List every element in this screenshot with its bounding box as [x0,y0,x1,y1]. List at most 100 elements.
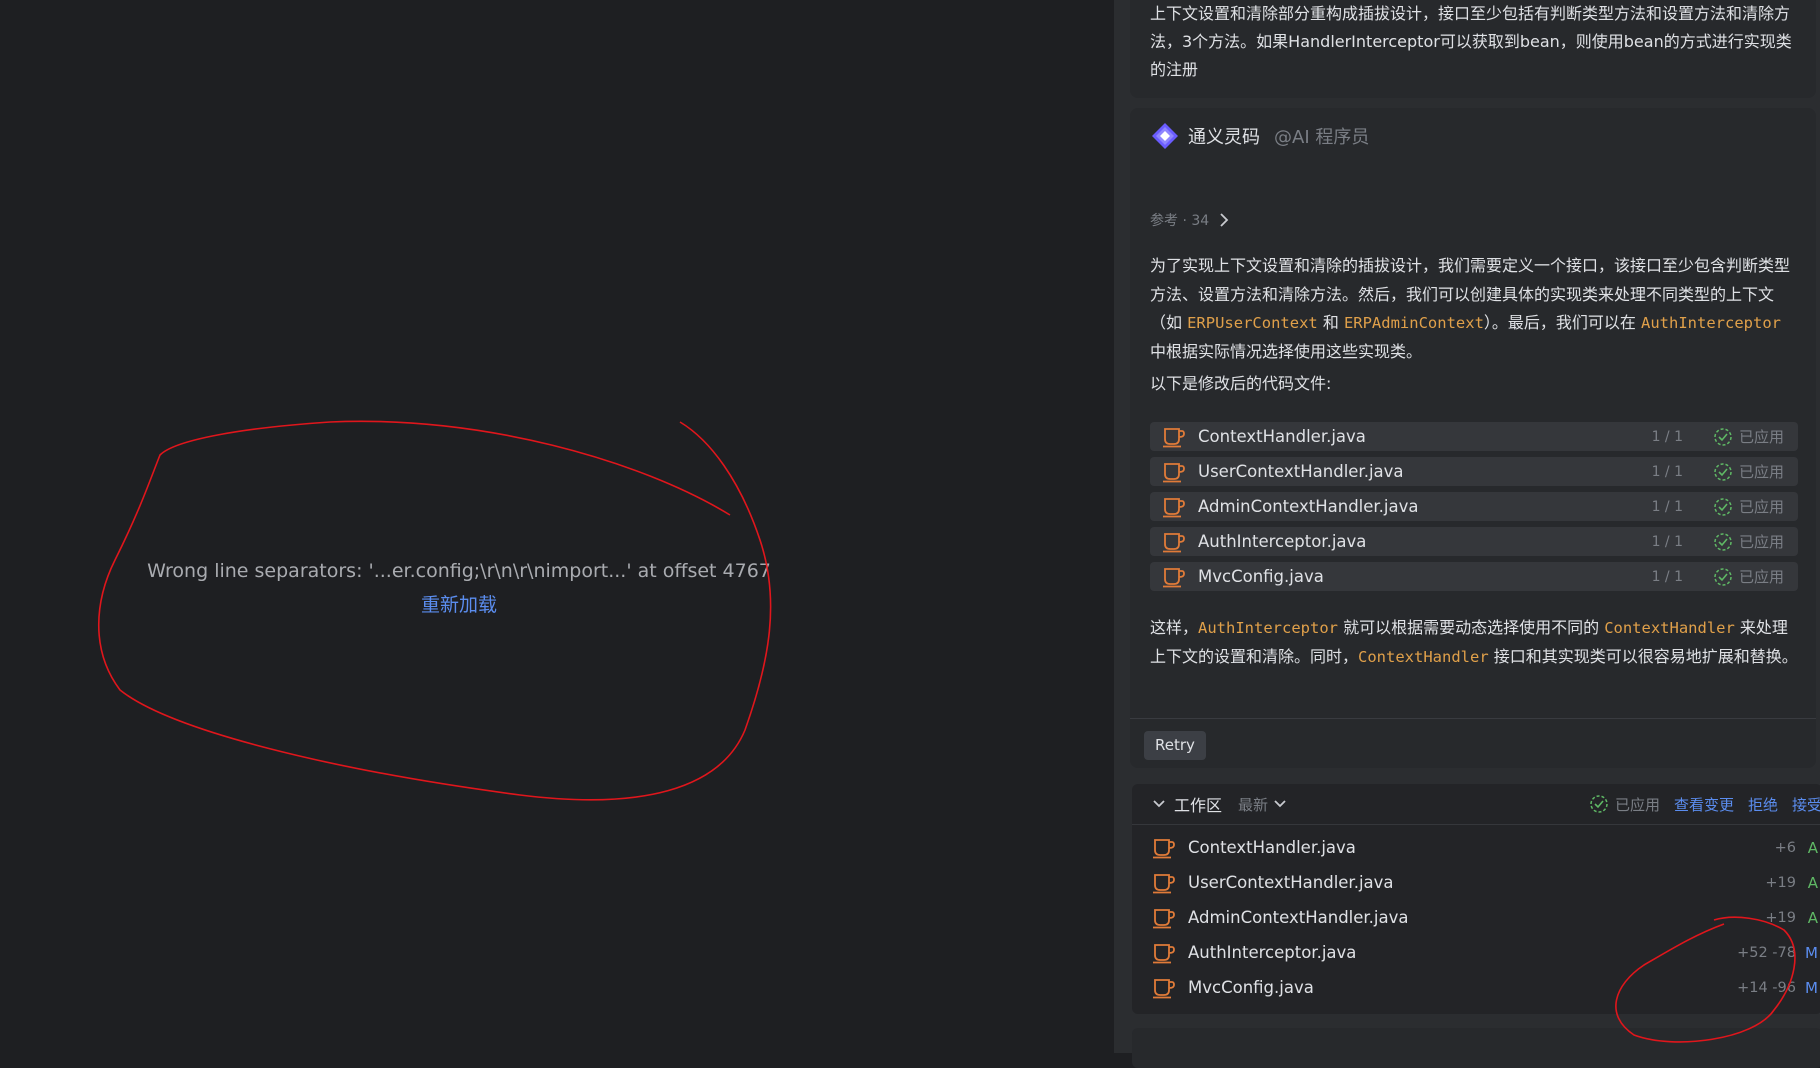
assistant-handle: @AI 程序员 [1274,127,1370,148]
outro-text-4: 接口和其实现类可以很容易地扩展和替换。 [1488,646,1798,666]
diff-stats: +52 -78 [1737,944,1796,961]
code-inline: ERPAdminContext [1343,314,1484,332]
applied-status: 已应用 [1713,566,1784,587]
code-inline: AuthInterceptor [1641,314,1781,332]
code-inline: AuthInterceptor [1198,619,1338,637]
intro-text-2: 和 [1317,313,1344,332]
retry-button[interactable]: Retry [1144,731,1206,760]
chevron-down-icon[interactable] [1152,799,1166,809]
applied-label: 已应用 [1738,463,1784,481]
file-row[interactable]: ContextHandler.java 1 / 1 已应用 [1150,422,1798,451]
check-circle-icon [1714,462,1732,481]
workspace-filter-label: 最新 [1238,795,1269,814]
check-circle-icon [1590,795,1608,813]
file-name: UserContextHandler.java [1198,462,1404,481]
java-file-icon [1163,532,1185,552]
answer-intro: 为了实现上下文设置和清除的插拔设计，我们需要定义一个接口，该接口至少包含判断类型… [1150,252,1802,366]
answer-footer: Retry [1130,718,1816,769]
workspace-file-row[interactable]: ContextHandler.java +6 A [1132,830,1820,865]
file-name: MvcConfig.java [1198,567,1324,586]
java-file-icon [1163,497,1185,517]
reject-link[interactable]: 拒绝 [1748,794,1778,815]
workspace-file-row[interactable]: UserContextHandler.java +19 A [1132,865,1820,900]
references-toggle[interactable]: 参考 · 34 [1150,210,1229,230]
ai-chat-panel: 上下文设置和清除部分重构成插拔设计，接口至少包括有判断类型方法和设置方法和清除方… [1114,0,1820,1068]
accept-link[interactable]: 接受 [1792,794,1820,815]
file-name: AdminContextHandler.java [1198,497,1419,516]
intro-text-4: 中根据实际情况选择使用这些实现类。 [1150,341,1423,361]
applied-label: 已应用 [1738,568,1784,586]
answer-outro: 这样，AuthInterceptor 就可以根据需要动态选择使用不同的 Cont… [1150,614,1802,671]
applied-status: 已应用 [1713,461,1784,482]
editor-pane: Wrong line separators: '...er.config;\r\… [0,0,1114,1053]
file-row[interactable]: UserContextHandler.java 1 / 1 已应用 [1150,457,1798,486]
applied-status: 已应用 [1713,531,1784,552]
applied-status: 已应用 [1713,496,1784,517]
file-change-count: 1 / 1 [1651,568,1683,585]
modified-files-list: ContextHandler.java 1 / 1 已应用 UserContex… [1150,422,1798,597]
file-change-count: 1 / 1 [1651,463,1683,480]
chat-input-strip [1132,1028,1820,1068]
user-message-text: 上下文设置和清除部分重构成插拔设计，接口至少包括有判断类型方法和设置方法和清除方… [1150,4,1792,79]
file-name: MvcConfig.java [1188,978,1314,997]
outro-text-1: 这样， [1150,618,1199,637]
file-name: ContextHandler.java [1188,838,1356,857]
workspace-panel: 工作区 最新 已应用 查看变更 拒绝 接受 ContextHandler.jav… [1132,784,1820,1014]
file-name: ContextHandler.java [1198,427,1366,446]
workspace-file-row[interactable]: AuthInterceptor.java +52 -78 M [1132,935,1820,970]
java-file-icon [1163,567,1185,587]
check-circle-icon [1714,427,1732,446]
file-status-badge: A [1807,838,1818,857]
code-inline: ContextHandler [1358,647,1489,666]
file-status-badge: A [1807,908,1818,927]
file-row[interactable]: AdminContextHandler.java 1 / 1 已应用 [1150,492,1798,521]
file-name: AuthInterceptor.java [1188,943,1357,962]
error-message: Wrong line separators: '...er.config;\r\… [147,560,771,582]
intro-text-3: ）。最后，我们可以在 [1483,313,1642,332]
check-circle-icon [1714,497,1732,516]
java-file-icon [1153,838,1175,858]
java-file-icon [1153,943,1175,963]
code-inline: ERPUserContext [1187,314,1318,332]
diff-stats: +6 [1774,839,1796,856]
user-message-card: 上下文设置和清除部分重构成插拔设计，接口至少包括有判断类型方法和设置方法和清除方… [1130,0,1816,98]
reload-link[interactable]: 重新加载 [0,590,918,617]
java-file-icon [1153,873,1175,893]
assistant-answer-card: 通义灵码 @AI 程序员 参考 · 34 为了实现上下文设置和清除的插拔设计，我… [1130,108,1816,768]
workspace-actions: 已应用 查看变更 拒绝 接受 [1589,794,1820,815]
file-name: UserContextHandler.java [1188,873,1394,892]
file-row[interactable]: MvcConfig.java 1 / 1 已应用 [1150,562,1798,591]
file-row[interactable]: AuthInterceptor.java 1 / 1 已应用 [1150,527,1798,556]
workspace-file-list: ContextHandler.java +6 A UserContextHand… [1132,830,1820,1005]
red-annotation-ellipse [98,420,772,801]
assistant-name: 通义灵码 [1188,127,1260,148]
file-status-badge: A [1807,873,1818,892]
workspace-applied-status: 已应用 [1589,794,1660,815]
workspace-title: 工作区 [1174,796,1223,815]
applied-status: 已应用 [1713,426,1784,447]
workspace-file-row[interactable]: MvcConfig.java +14 -96 M [1132,970,1820,1005]
diff-stats: +19 [1765,909,1796,926]
file-status-badge: M [1805,943,1818,962]
view-changes-link[interactable]: 查看变更 [1674,794,1734,815]
chevron-down-icon [1274,800,1286,808]
workspace-filter-dropdown[interactable]: 最新 [1238,794,1286,815]
file-change-count: 1 / 1 [1651,533,1683,550]
file-name: AuthInterceptor.java [1198,532,1367,551]
applied-label: 已应用 [1738,498,1784,516]
workspace-file-row[interactable]: AdminContextHandler.java +19 A [1132,900,1820,935]
chevron-right-icon [1220,213,1229,227]
outro-text-2: 就可以根据需要动态选择使用不同的 [1338,618,1605,637]
file-name: AdminContextHandler.java [1188,908,1409,927]
applied-label: 已应用 [1738,428,1784,446]
file-status-badge: M [1805,978,1818,997]
references-label: 参考 · 34 [1150,213,1210,229]
check-circle-icon [1714,532,1732,551]
workspace-applied-label: 已应用 [1614,795,1660,814]
workspace-header: 工作区 最新 已应用 查看变更 拒绝 接受 [1132,784,1820,825]
java-file-icon [1163,462,1185,482]
diff-stats: +19 [1765,874,1796,891]
file-change-count: 1 / 1 [1651,428,1683,445]
tongyi-logo-icon [1152,123,1178,149]
check-circle-icon [1714,567,1732,586]
